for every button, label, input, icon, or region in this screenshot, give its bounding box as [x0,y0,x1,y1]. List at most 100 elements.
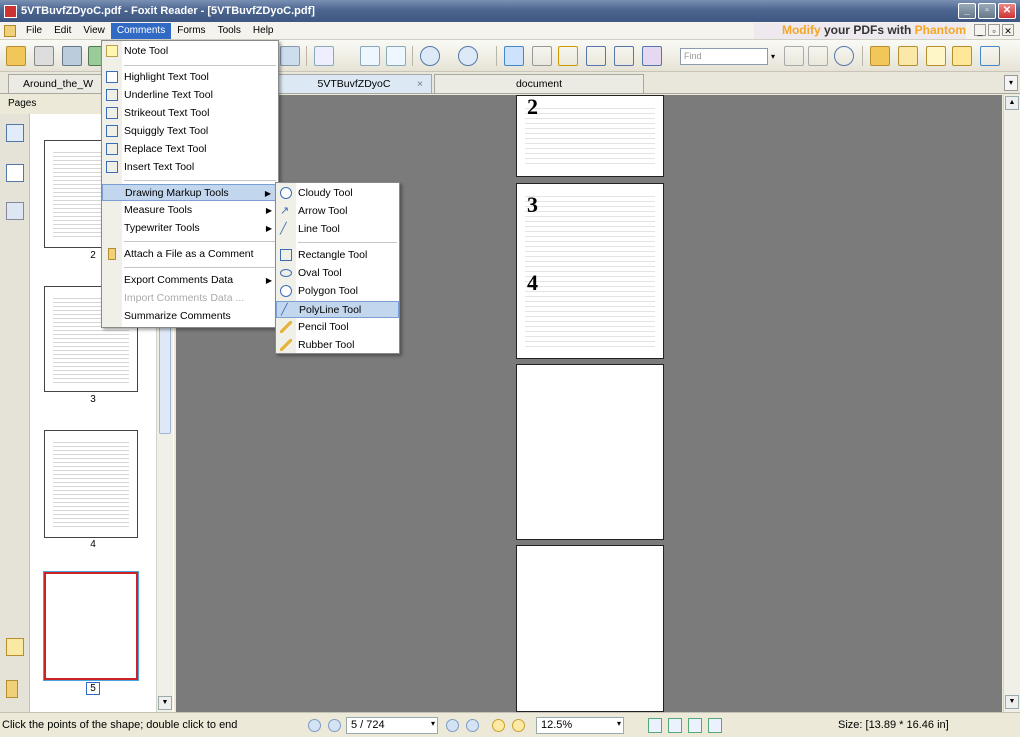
scroll-down-icon[interactable]: ▼ [158,696,172,710]
close-button[interactable]: ✕ [998,3,1016,19]
comments-panel-icon[interactable] [6,638,24,656]
menu-item-squiggly-text-tool[interactable]: Squiggly Text Tool [102,123,278,140]
comment-icon[interactable] [952,46,972,66]
typewriter-icon[interactable] [586,46,606,66]
tab-list-dropdown[interactable]: ▾ [1004,75,1018,91]
previous-page-icon[interactable] [328,719,341,732]
minimize-button[interactable]: _ [958,3,976,19]
last-page-icon[interactable] [466,719,479,732]
arrow-icon[interactable] [980,46,1000,66]
menu-view[interactable]: View [77,23,111,39]
menu-item-measure-tools[interactable]: Measure Tools ▶ [102,202,278,219]
menu-item-line-tool[interactable]: ╱ Line Tool [276,221,399,238]
page-number-input[interactable]: 5 / 724 ▾ [346,717,438,734]
fit-width-icon[interactable] [386,46,406,66]
image-tool-icon[interactable] [642,46,662,66]
select-text-icon[interactable] [532,46,552,66]
menu-item-rubber-tool[interactable]: Rubber Tool [276,337,399,354]
find-prev-icon[interactable] [784,46,804,66]
single-page-icon[interactable] [648,718,662,733]
menu-item-polygon-tool[interactable]: Polygon Tool [276,283,399,300]
doc-restore-icon[interactable]: ▫ [988,24,1000,36]
go-back-icon[interactable] [492,719,505,732]
scroll-up-icon[interactable]: ▲ [1005,96,1019,110]
menu-item-summarize-comments[interactable]: Summarize Comments [102,308,278,325]
status-message: Click the points of the shape; double cl… [2,719,238,731]
menu-item-note-tool[interactable]: Note Tool [102,43,278,60]
find-input[interactable]: Find [680,48,768,65]
comments-menu: Note Tool Highlight Text Tool Underline … [101,40,279,328]
menu-help[interactable]: Help [247,23,280,39]
search-icon[interactable] [834,46,854,66]
tab-document[interactable]: document [434,74,644,93]
attachments-icon[interactable] [6,680,18,698]
zoom-out-icon[interactable] [420,46,440,66]
continuous-facing-icon[interactable] [708,718,722,733]
zoom-level-input[interactable]: 12.5% ▾ [536,717,624,734]
folder-icon[interactable] [870,46,890,66]
menu-item-replace-text-tool[interactable]: Replace Text Tool [102,141,278,158]
menu-comments[interactable]: Comments [110,22,172,39]
menu-edit[interactable]: Edit [48,23,77,39]
menu-item-pencil-tool[interactable]: Pencil Tool [276,319,399,336]
tab-5vtbuvfzdyoc[interactable]: 5VTBuvfZDyoC × [276,74,432,93]
menu-item-strikeout-text-tool[interactable]: Strikeout Text Tool [102,105,278,122]
edit-icon[interactable] [898,46,918,66]
menu-file[interactable]: File [20,23,48,39]
menu-item-attach-file-comment[interactable]: Attach a File as a Comment [102,246,278,263]
menu-item-underline-text-tool[interactable]: Underline Text Tool [102,87,278,104]
go-forward-icon[interactable] [512,719,525,732]
document-page-blank[interactable] [516,545,664,712]
next-page-icon[interactable] [446,719,459,732]
print-icon[interactable] [62,46,82,66]
menu-item-typewriter-tools[interactable]: Typewriter Tools ▶ [102,220,278,237]
text-tool-icon[interactable] [614,46,634,66]
document-page-blank[interactable] [516,364,664,540]
first-page-icon[interactable] [308,719,321,732]
pages-icon[interactable] [6,124,24,142]
menu-item-export-comments-data[interactable]: Export Comments Data ▶ [102,272,278,289]
squiggly-icon [106,125,118,137]
continuous-icon[interactable] [668,718,682,733]
layers-icon[interactable] [6,202,24,220]
menu-forms[interactable]: Forms [171,23,211,39]
menu-item-highlight-text-tool[interactable]: Highlight Text Tool [102,69,278,86]
bookmarks-icon[interactable] [6,164,24,182]
page-thumbnail-selected[interactable] [43,571,139,681]
document-scrollbar[interactable]: ▲ ▼ [1003,95,1020,712]
menu-item-arrow-tool[interactable]: ↗ Arrow Tool [276,203,399,220]
find-dropdown-icon[interactable]: ▾ [768,48,778,65]
maximize-button[interactable]: ▫ [978,3,996,19]
menu-item-cloudy-tool[interactable]: Cloudy Tool [276,185,399,202]
doc-minimize-icon[interactable]: _ [974,24,986,36]
fit-page-icon[interactable] [360,46,380,66]
scroll-down-icon[interactable]: ▼ [1005,695,1019,709]
text-box-icon[interactable] [926,46,946,66]
phantom-ad-banner[interactable]: Modify your PDFs with Phantom [782,23,966,37]
chevron-down-icon[interactable]: ▾ [431,719,435,728]
highlight-icon [106,71,118,83]
menu-item-drawing-markup-tools[interactable]: Drawing Markup Tools ▶ [102,184,278,201]
document-page[interactable]: 3 4 [516,183,664,359]
page-thumbnail[interactable] [44,430,138,538]
save-icon[interactable] [34,46,54,66]
zoom-in-icon[interactable] [458,46,478,66]
find-next-icon[interactable] [808,46,828,66]
menu-item-oval-tool[interactable]: Oval Tool [276,265,399,282]
menu-item-insert-text-tool[interactable]: Insert Text Tool [102,159,278,176]
tab-close-icon[interactable]: × [417,75,423,94]
facing-icon[interactable] [688,718,702,733]
zoom-icon[interactable] [314,46,334,66]
open-icon[interactable] [6,46,26,66]
document-page[interactable]: 2 [516,94,664,177]
snapshot-icon[interactable] [280,46,300,66]
menu-tools[interactable]: Tools [212,23,247,39]
zoom-dropdown-icon[interactable] [338,46,350,66]
menu-item-polyline-tool[interactable]: ╱ PolyLine Tool [276,301,399,318]
menu-item-rectangle-tool[interactable]: Rectangle Tool [276,247,399,264]
doc-close-icon[interactable]: ✕ [1002,24,1014,36]
select-arrow-icon[interactable] [558,46,578,66]
chevron-down-icon[interactable]: ▾ [617,719,621,728]
hand-tool-icon[interactable] [504,46,524,66]
tab-around-the-world[interactable]: Around_the_W [8,74,108,93]
